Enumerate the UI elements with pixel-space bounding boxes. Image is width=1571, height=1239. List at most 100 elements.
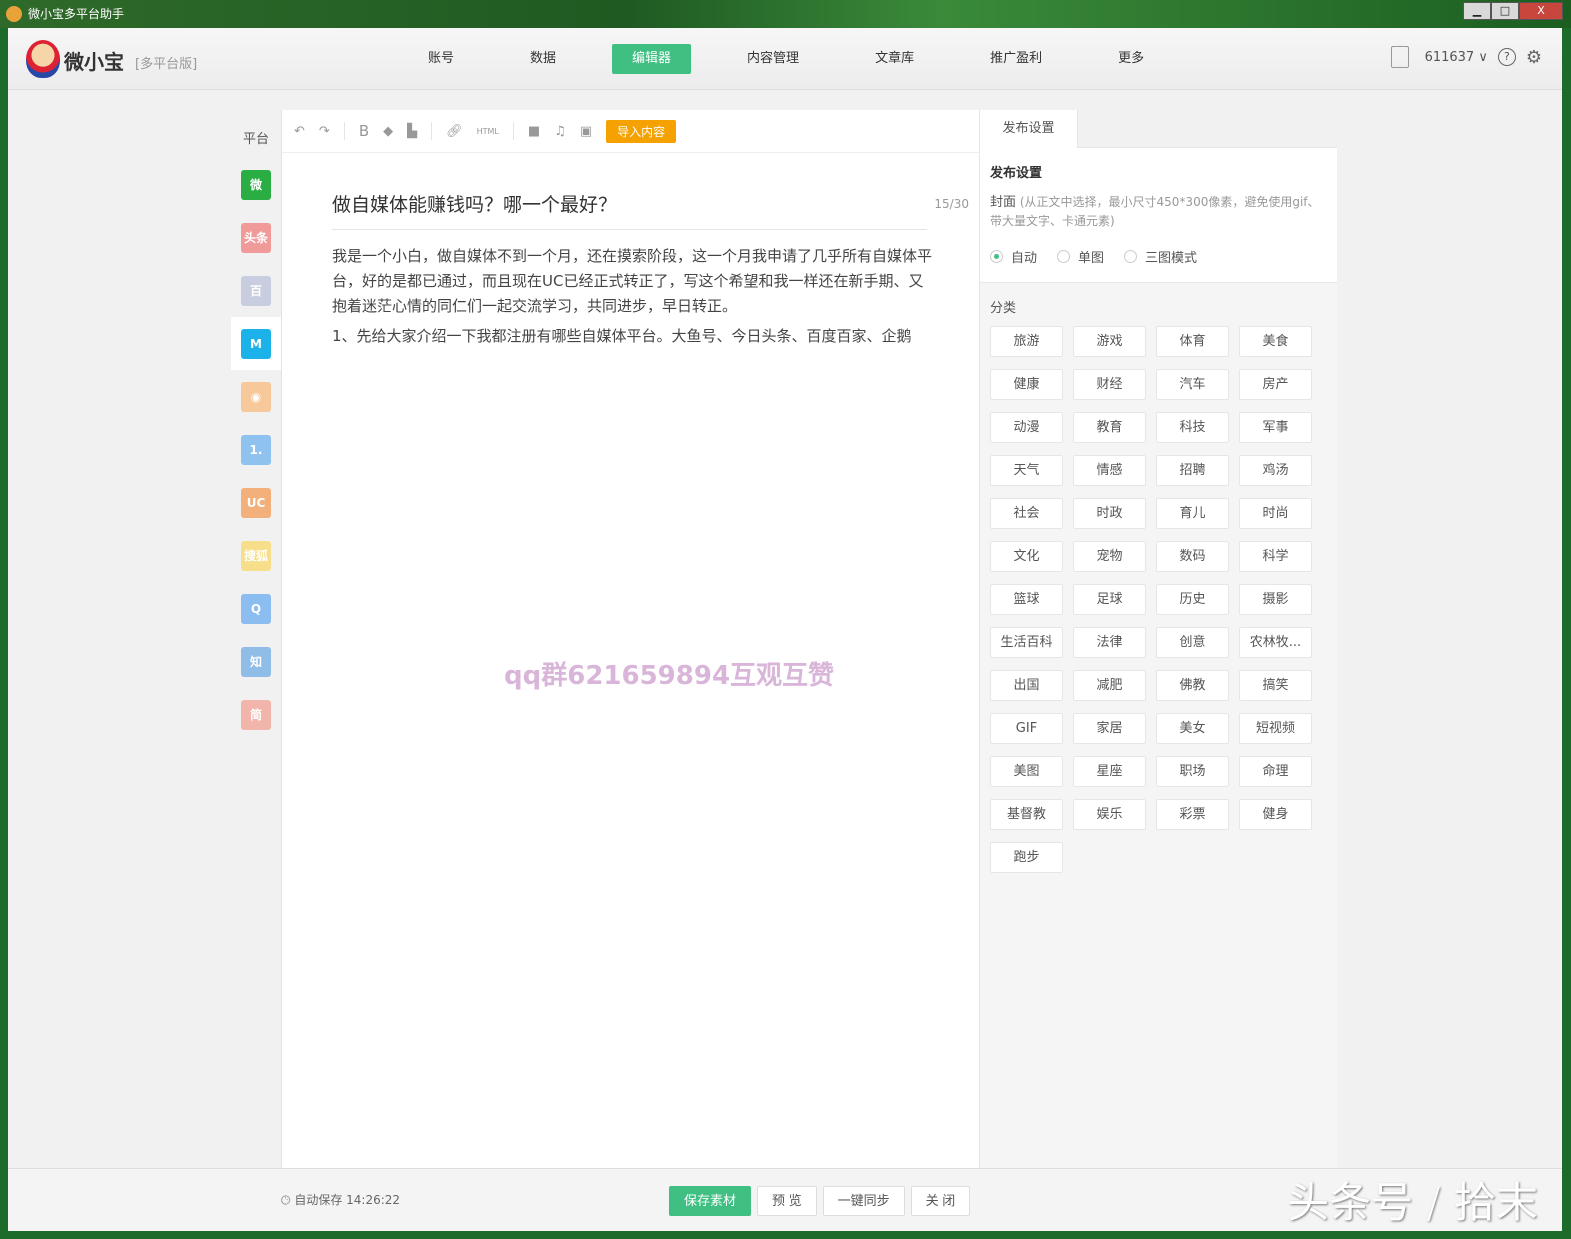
category-button[interactable]: 财经	[1073, 369, 1146, 400]
radio-label: 三图模式	[1145, 251, 1198, 266]
format-brush-icon[interactable]: ▙	[407, 124, 417, 139]
nav-editor[interactable]: 编辑器	[612, 44, 692, 74]
category-button[interactable]: 搞笑	[1239, 670, 1312, 701]
category-button[interactable]: 生活百科	[990, 627, 1063, 658]
gear-icon[interactable]: ⚙	[1526, 47, 1542, 68]
platform-item[interactable]: 微	[231, 158, 281, 211]
app-frame: 微小宝 [多平台版] 账号 数据 编辑器 内容管理 文章库 推广盈利 更多 61…	[8, 28, 1562, 1231]
category-button[interactable]: 天气	[990, 455, 1063, 486]
category-button[interactable]: 健康	[990, 369, 1063, 400]
category-button[interactable]: 基督教	[990, 799, 1063, 830]
publish-settings-panel: 发布设置 发布设置 封面 (从正文中选择，最小尺寸450*300像素，避免使用g…	[979, 110, 1337, 1168]
category-button[interactable]: 情感	[1073, 455, 1146, 486]
category-button[interactable]: 娱乐	[1073, 799, 1146, 830]
category-button[interactable]: 房产	[1239, 369, 1312, 400]
category-button[interactable]: 减肥	[1073, 670, 1146, 701]
maximize-button[interactable]: □	[1491, 2, 1519, 20]
platform-item[interactable]: 知	[231, 635, 281, 688]
sync-button[interactable]: 一键同步	[822, 1186, 905, 1216]
category-button[interactable]: 创意	[1156, 627, 1229, 658]
category-button[interactable]: 军事	[1239, 412, 1312, 443]
category-button[interactable]: 摄影	[1239, 584, 1312, 615]
category-button[interactable]: 足球	[1073, 584, 1146, 615]
category-button[interactable]: 时政	[1073, 498, 1146, 529]
category-button[interactable]: 鸡汤	[1239, 455, 1312, 486]
category-button[interactable]: 游戏	[1073, 326, 1146, 357]
platform-item[interactable]: 简	[231, 688, 281, 741]
redo-icon[interactable]: ↷	[319, 124, 330, 139]
help-icon[interactable]: ?	[1497, 48, 1516, 66]
category-button[interactable]: 出国	[990, 670, 1063, 701]
category-button[interactable]: 数码	[1156, 541, 1229, 572]
category-button[interactable]: 科技	[1156, 412, 1229, 443]
category-button[interactable]: 汽车	[1156, 369, 1229, 400]
category-button[interactable]: 教育	[1073, 412, 1146, 443]
close-editor-button[interactable]: 关 闭	[910, 1186, 971, 1216]
music-icon[interactable]: ♫	[554, 124, 566, 139]
bold-icon[interactable]: B	[359, 122, 369, 140]
nav-more[interactable]: 更多	[1098, 44, 1164, 74]
category-button[interactable]: 佛教	[1156, 670, 1229, 701]
radio-auto[interactable]: 自动	[990, 247, 1037, 266]
category-button[interactable]: 篮球	[990, 584, 1063, 615]
category-label: 分类	[990, 301, 1017, 316]
notepad-icon[interactable]	[1390, 46, 1409, 68]
nav-content[interactable]: 内容管理	[727, 44, 819, 74]
category-button[interactable]: 彩票	[1156, 799, 1229, 830]
nav-data[interactable]: 数据	[510, 44, 576, 74]
category-button[interactable]: 社会	[990, 498, 1063, 529]
category-button[interactable]: 招聘	[1156, 455, 1229, 486]
platform-label: 平台	[242, 132, 269, 147]
category-button[interactable]: 职场	[1156, 756, 1229, 787]
platform-item[interactable]: 百	[231, 264, 281, 317]
eraser-icon[interactable]: ◆	[383, 124, 393, 139]
category-button[interactable]: 体育	[1156, 326, 1229, 357]
category-button[interactable]: 动漫	[990, 412, 1063, 443]
category-button[interactable]: 跑步	[990, 842, 1063, 873]
tab-publish-settings[interactable]: 发布设置	[980, 110, 1078, 149]
category-button[interactable]: 旅游	[990, 326, 1063, 357]
account-dropdown[interactable]: 611637 ∨	[1425, 50, 1488, 65]
category-button[interactable]: 历史	[1156, 584, 1229, 615]
close-button[interactable]: X	[1519, 2, 1563, 20]
category-button[interactable]: 美食	[1239, 326, 1312, 357]
nav-account[interactable]: 账号	[408, 44, 474, 74]
category-button[interactable]: 美女	[1156, 713, 1229, 744]
category-button[interactable]: 科学	[1239, 541, 1312, 572]
nav-promotion[interactable]: 推广盈利	[970, 44, 1062, 74]
category-button[interactable]: 文化	[990, 541, 1063, 572]
radio-single[interactable]: 单图	[1057, 247, 1104, 266]
category-button[interactable]: 星座	[1073, 756, 1146, 787]
import-content-button[interactable]: 导入内容	[606, 119, 677, 143]
content-editor[interactable]: 我是一个小白，做自媒体不到一个月，还在摸索阶段，这一个月我申请了几乎所有自媒体平…	[332, 244, 932, 354]
platform-item[interactable]: 1.	[231, 423, 281, 476]
video-icon[interactable]: ■	[528, 124, 540, 139]
platform-item[interactable]: M	[231, 317, 281, 370]
platform-item[interactable]: Q	[231, 582, 281, 635]
platform-item[interactable]: 头条	[231, 211, 281, 264]
category-button[interactable]: 农林牧...	[1239, 627, 1312, 658]
platform-item[interactable]: UC	[231, 476, 281, 529]
category-button[interactable]: 育儿	[1156, 498, 1229, 529]
title-input[interactable]: 做自媒体能赚钱吗？哪一个最好？	[332, 190, 927, 230]
category-button[interactable]: 法律	[1073, 627, 1146, 658]
save-material-button[interactable]: 保存素材	[669, 1186, 752, 1216]
html-button[interactable]: HTML	[477, 127, 499, 136]
platform-item[interactable]: ◉	[231, 370, 281, 423]
platform-item[interactable]: 搜狐	[231, 529, 281, 582]
category-button[interactable]: 宠物	[1073, 541, 1146, 572]
nav-library[interactable]: 文章库	[855, 44, 934, 74]
category-button[interactable]: 美图	[990, 756, 1063, 787]
category-button[interactable]: 命理	[1239, 756, 1312, 787]
image-icon[interactable]: ▣	[580, 124, 592, 139]
preview-button[interactable]: 预 览	[757, 1186, 817, 1216]
category-button[interactable]: GIF	[990, 713, 1063, 744]
radio-three[interactable]: 三图模式	[1124, 247, 1197, 266]
minimize-button[interactable]: ▁	[1463, 2, 1491, 20]
undo-icon[interactable]: ↶	[294, 124, 305, 139]
link-icon[interactable]: 🔗︎	[446, 124, 463, 139]
category-button[interactable]: 家居	[1073, 713, 1146, 744]
category-button[interactable]: 健身	[1239, 799, 1312, 830]
category-button[interactable]: 短视频	[1239, 713, 1312, 744]
category-button[interactable]: 时尚	[1239, 498, 1312, 529]
